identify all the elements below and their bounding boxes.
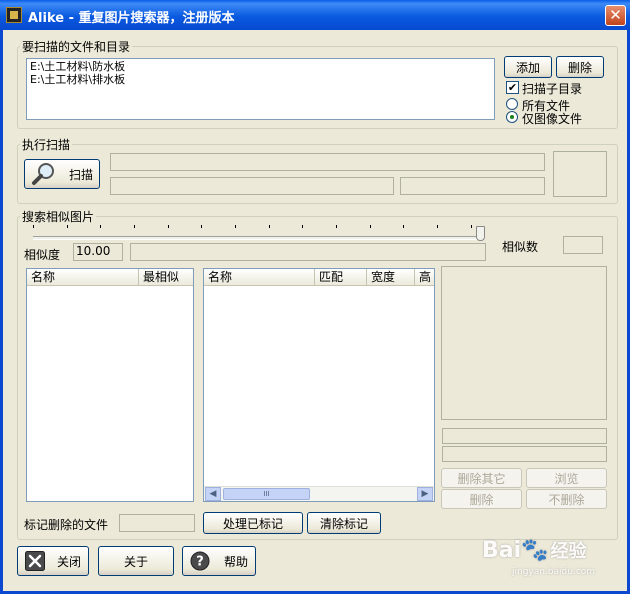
scan-path-list[interactable]: E:\土工材料\防水板 E:\土工材料\排水板 bbox=[26, 58, 495, 120]
delete-button[interactable]: 删除 bbox=[441, 489, 522, 509]
slider-tick bbox=[33, 225, 34, 228]
horizontal-scrollbar[interactable]: ◀ III ▶ bbox=[204, 486, 434, 501]
magnifier-icon bbox=[32, 163, 54, 185]
scan-status-field bbox=[110, 153, 545, 171]
scroll-thumb[interactable]: III bbox=[223, 488, 310, 500]
slider-track bbox=[33, 236, 483, 240]
scan-button-label: 扫描 bbox=[69, 167, 94, 182]
scan-subdirs-label: 扫描子目录 bbox=[522, 82, 583, 96]
slider-tick bbox=[100, 225, 101, 228]
scan-path-item[interactable]: E:\土工材料\防水板 bbox=[30, 60, 491, 73]
slider-tick bbox=[201, 225, 202, 228]
close-button-label: 关闭 bbox=[57, 554, 82, 569]
slider-thumb[interactable] bbox=[476, 226, 485, 241]
app-icon bbox=[6, 7, 22, 23]
close-icon bbox=[25, 551, 45, 571]
slider-tick bbox=[437, 225, 438, 228]
process-marked-button[interactable]: 处理已标记 bbox=[203, 512, 303, 534]
watermark-url: jingyan.baidu.com bbox=[512, 567, 596, 577]
svg-text:?: ? bbox=[196, 555, 204, 570]
checkmark-icon: ✔ bbox=[507, 80, 518, 94]
clear-marks-button[interactable]: 清除标记 bbox=[307, 512, 381, 534]
scan-progress-field bbox=[110, 177, 394, 195]
column-header-match[interactable]: 匹配 bbox=[315, 269, 367, 286]
column-header-name[interactable]: 名称 bbox=[204, 269, 315, 286]
about-button[interactable]: 关于 bbox=[98, 546, 174, 576]
scan-targets-legend: 要扫描的文件和目录 bbox=[22, 40, 131, 54]
image-preview-box bbox=[441, 266, 607, 420]
group-list[interactable]: 名称 最相似 bbox=[26, 268, 194, 502]
no-delete-button[interactable]: 不删除 bbox=[526, 489, 607, 509]
image-info-field-2 bbox=[442, 446, 607, 462]
slider-tick bbox=[370, 225, 371, 228]
watermark-brand-suffix: 经验 bbox=[550, 541, 587, 562]
browse-button[interactable]: 浏览 bbox=[526, 468, 607, 488]
similarity-slider[interactable] bbox=[33, 222, 488, 242]
similarity-label: 相似度 bbox=[24, 248, 61, 262]
similar-count-field bbox=[563, 236, 603, 254]
radio-dot-icon bbox=[510, 115, 514, 119]
delete-others-button[interactable]: 删除其它 bbox=[441, 468, 522, 488]
image-info-field bbox=[442, 428, 607, 444]
slider-tick bbox=[471, 225, 472, 228]
help-button-label: 帮助 bbox=[224, 554, 249, 569]
watermark-brand: Bai bbox=[482, 538, 522, 563]
add-button[interactable]: 添加 bbox=[504, 56, 552, 78]
marked-files-label: 标记删除的文件 bbox=[24, 518, 109, 532]
images-only-label: 仅图像文件 bbox=[522, 112, 583, 126]
watermark-logo: Bai🐾 经验 bbox=[482, 537, 587, 563]
column-header-name[interactable]: 名称 bbox=[27, 269, 139, 286]
scan-button[interactable]: 扫描 bbox=[24, 159, 100, 189]
marked-files-field bbox=[119, 514, 195, 532]
help-icon: ? bbox=[190, 551, 210, 571]
column-header-most-similar[interactable]: 最相似 bbox=[139, 269, 193, 286]
slider-tick bbox=[336, 225, 337, 228]
slider-tick bbox=[67, 225, 68, 228]
column-header-width[interactable]: 宽度 bbox=[367, 269, 415, 286]
paw-icon: 🐾 bbox=[521, 538, 549, 563]
delete-path-button[interactable]: 删除 bbox=[556, 56, 604, 78]
scan-count-field bbox=[400, 177, 545, 195]
scroll-left-arrow-icon[interactable]: ◀ bbox=[205, 487, 221, 501]
window-title: Alike - 重复图片搜索器，注册版本 bbox=[28, 11, 235, 26]
scan-path-item[interactable]: E:\土工材料\排水板 bbox=[30, 73, 491, 86]
slider-tick bbox=[403, 225, 404, 228]
slider-tick bbox=[168, 225, 169, 228]
execute-scan-legend: 执行扫描 bbox=[22, 138, 71, 152]
images-only-radio[interactable] bbox=[506, 111, 518, 123]
slider-tick bbox=[235, 225, 236, 228]
similarity-progress-field bbox=[130, 243, 486, 261]
slider-tick bbox=[269, 225, 270, 228]
close-button[interactable]: 关闭 bbox=[17, 546, 89, 576]
all-files-radio[interactable] bbox=[506, 98, 518, 110]
window-close-button[interactable]: ✕ bbox=[605, 5, 626, 26]
similar-count-label: 相似数 bbox=[502, 240, 539, 254]
scroll-right-arrow-icon[interactable]: ▶ bbox=[417, 487, 433, 501]
column-header-height[interactable]: 高 bbox=[415, 269, 434, 286]
scan-subdirs-checkbox[interactable]: ✔ bbox=[506, 81, 519, 94]
similarity-value-field[interactable]: 10.00 bbox=[73, 243, 123, 261]
match-list[interactable]: 名称 匹配 宽度 高 ◀ III ▶ bbox=[203, 268, 435, 502]
slider-tick bbox=[302, 225, 303, 228]
help-button[interactable]: ? 帮助 bbox=[182, 546, 256, 576]
slider-tick bbox=[134, 225, 135, 228]
scan-preview-box bbox=[553, 151, 607, 197]
